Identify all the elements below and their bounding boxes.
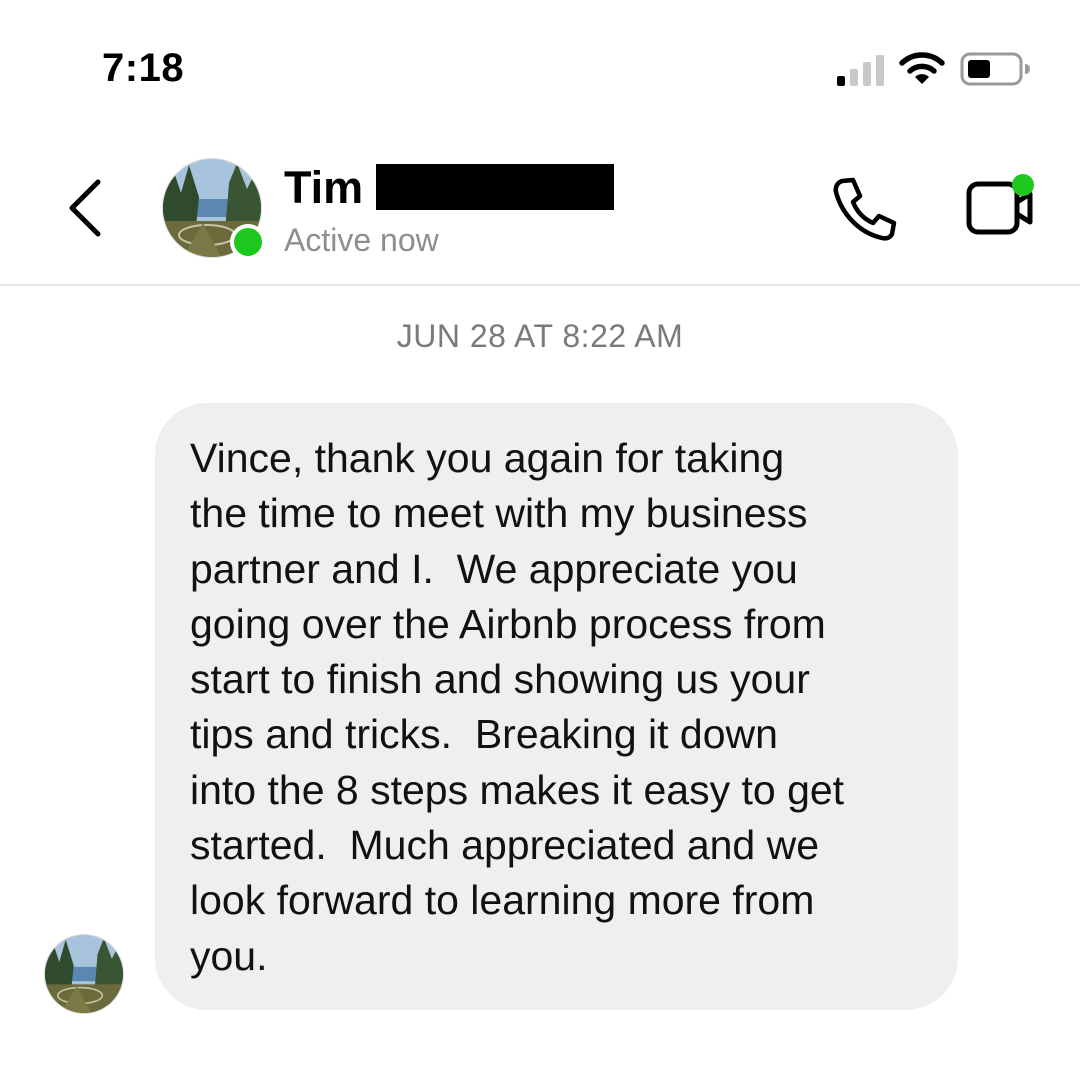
- message-bubble[interactable]: Vince, thank you again for taking the ti…: [155, 403, 958, 1010]
- message-timestamp: JUN 28 AT 8:22 AM: [396, 318, 684, 354]
- cellular-signal-icon: [837, 54, 885, 86]
- back-button[interactable]: [60, 176, 116, 240]
- contact-status: Active now: [284, 222, 439, 258]
- contact-name[interactable]: Tim: [284, 160, 363, 216]
- phone-icon[interactable]: [828, 172, 900, 244]
- wifi-icon: [899, 52, 945, 84]
- video-call-button[interactable]: [960, 170, 1044, 242]
- status-time: 7:18: [102, 46, 185, 90]
- header-divider: [0, 284, 1080, 286]
- battery-icon: [960, 52, 1030, 86]
- online-status-dot: [230, 224, 266, 260]
- chat-screen: 7:18 Tim Active now JUN 28 AT 8:22 AM Vi…: [0, 0, 1080, 1080]
- sender-avatar[interactable]: [44, 934, 124, 1014]
- message-text: Vince, thank you again for taking the ti…: [190, 435, 845, 979]
- video-active-dot: [1012, 174, 1034, 196]
- redaction-bar: [376, 164, 614, 210]
- contact-avatar[interactable]: [162, 158, 266, 260]
